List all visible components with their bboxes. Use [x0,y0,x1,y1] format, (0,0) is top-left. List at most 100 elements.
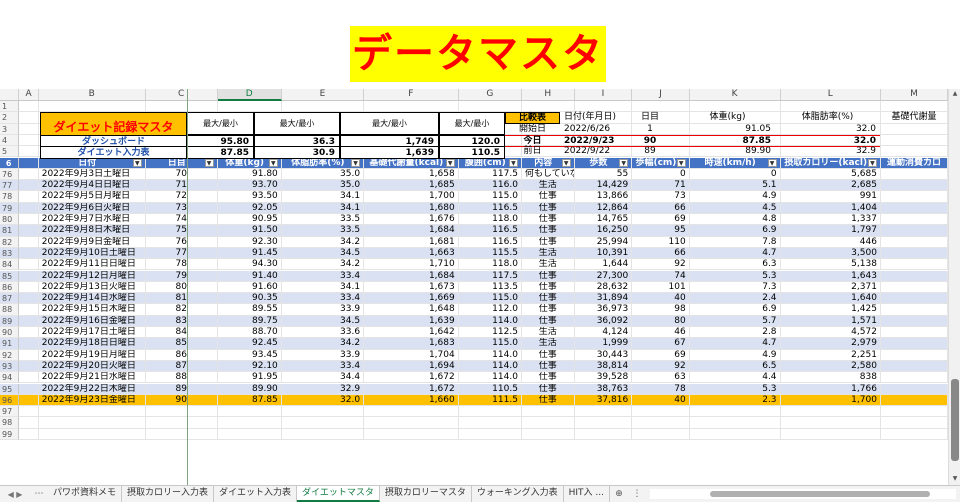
table-cell[interactable]: 38,763 [574,383,633,395]
table-header-cell[interactable]: 運動消費カロ [880,157,948,169]
table-cell[interactable]: 2022年9月9日金曜日 [38,236,146,248]
filter-dropdown-icon[interactable]: ▼ [561,158,571,167]
cell[interactable] [880,101,948,113]
cell[interactable] [19,191,39,203]
table-cell[interactable]: 1,672 [364,372,459,384]
row-number[interactable]: 85 [0,270,20,282]
table-cell[interactable]: 1,425 [780,304,881,316]
table-cell[interactable]: 66 [632,202,690,214]
row-number[interactable]: 94 [0,372,20,384]
table-cell[interactable]: 32.0 [281,394,365,407]
cell[interactable] [780,428,881,440]
tab-nav-icons[interactable]: ◀ ▶ [0,490,30,499]
cell[interactable] [281,428,365,440]
row-number[interactable]: 82 [0,236,20,248]
row-number[interactable]: 6 [0,157,20,169]
table-cell[interactable]: 92 [632,360,690,373]
filter-dropdown-icon[interactable]: ▼ [508,158,518,167]
cell[interactable] [19,293,39,305]
cell[interactable] [521,417,575,429]
table-cell[interactable]: 1,704 [364,349,459,361]
cell[interactable] [458,101,522,113]
table-cell[interactable]: 33.4 [281,360,365,373]
table-header-cell[interactable]: 体脂肪率(%) ▼ [281,157,365,169]
table-cell[interactable]: 1,640 [780,293,881,305]
table-cell[interactable]: 32.9 [281,383,365,395]
table-cell[interactable]: 2022年9月4日日曜日 [38,180,146,192]
table-cell[interactable]: 90.35 [217,293,282,305]
row-number[interactable]: 84 [0,259,20,271]
cell[interactable] [632,428,690,440]
cell[interactable] [689,428,781,440]
row-number[interactable]: 93 [0,360,20,373]
column-header[interactable]: E [281,89,365,101]
cell[interactable] [521,101,575,113]
table-cell[interactable]: 116.5 [458,225,522,237]
table-cell[interactable]: 2022年9月16日金曜日 [38,315,146,327]
table-cell[interactable]: 1,676 [364,214,459,226]
table-cell[interactable]: 72 [145,191,218,203]
table-cell[interactable] [880,270,948,282]
table-cell[interactable]: 1,658 [364,168,459,181]
row-number[interactable]: 87 [0,293,20,305]
table-cell[interactable]: 仕事 [521,304,575,316]
column-header[interactable]: B [38,89,146,101]
table-cell[interactable]: 5.3 [689,383,781,395]
table-cell[interactable]: 90 [145,394,218,407]
row-number[interactable]: 77 [0,180,20,192]
table-header-cell[interactable]: 時速(km/h) ▼ [689,157,781,169]
table-cell[interactable]: 2022年9月18日日曜日 [38,338,146,350]
table-cell[interactable]: 1,710 [364,259,459,271]
cell[interactable] [19,134,39,147]
table-cell[interactable]: 1,683 [364,338,459,350]
table-header-cell[interactable]: 体重(kg) ▼ [217,157,282,169]
filter-dropdown-icon[interactable]: ▼ [132,158,142,167]
row-number[interactable]: 2 [0,112,20,124]
table-cell[interactable]: 2022年9月7日水曜日 [38,214,146,226]
table-cell[interactable] [880,225,948,237]
table-cell[interactable]: 2022年9月19日月曜日 [38,349,146,361]
cell-grid[interactable]: ABCDEFGHIJKLM1234566日付▼日目▼体重(kg)▼体脂肪率(%)… [0,89,948,485]
table-header-cell[interactable]: 日付 ▼ [38,157,146,169]
horizontal-scrollbar[interactable] [650,489,956,499]
table-cell[interactable]: 4.7 [689,247,781,260]
row-number[interactable]: 79 [0,202,20,214]
cell[interactable] [880,134,948,147]
diet-input-link[interactable]: ダイエット入力表 [40,146,187,160]
table-cell[interactable]: 1,680 [364,202,459,214]
table-cell[interactable]: 4.8 [689,214,781,226]
table-cell[interactable]: 114.0 [458,349,522,361]
row-number[interactable]: 78 [0,191,20,203]
table-cell[interactable]: 95 [632,225,690,237]
table-cell[interactable]: 1,404 [780,202,881,214]
row-number[interactable]: 76 [0,168,20,181]
cell[interactable] [632,417,690,429]
table-cell[interactable]: 25,994 [574,236,633,248]
cell[interactable] [780,417,881,429]
table-cell[interactable]: 35.0 [281,168,365,181]
table-cell[interactable]: 10,391 [574,247,633,260]
table-cell[interactable]: 28,632 [574,281,633,294]
cell[interactable] [19,180,39,192]
table-cell[interactable]: 生活 [521,327,575,339]
cell[interactable] [19,202,39,214]
cell[interactable] [689,101,781,113]
table-cell[interactable]: 114.0 [458,315,522,327]
cell[interactable] [19,225,39,237]
table-cell[interactable]: 93.45 [217,349,282,361]
table-cell[interactable] [880,180,948,192]
table-cell[interactable]: 115.0 [458,191,522,203]
table-cell[interactable]: 何もしていない [521,168,575,181]
row-number[interactable]: 86 [0,281,20,294]
column-header[interactable]: J [632,89,690,101]
table-cell[interactable] [880,202,948,214]
table-header-cell[interactable]: 歩幅(cm) ▼ [632,157,690,169]
cell[interactable] [19,349,39,361]
row-number[interactable]: 81 [0,225,20,237]
table-cell[interactable]: 71 [632,180,690,192]
table-cell[interactable]: 1,669 [364,293,459,305]
table-cell[interactable]: 114.0 [458,360,522,373]
table-cell[interactable]: 91.60 [217,281,282,294]
table-cell[interactable]: 1,673 [364,281,459,294]
row-number[interactable]: 80 [0,214,20,226]
